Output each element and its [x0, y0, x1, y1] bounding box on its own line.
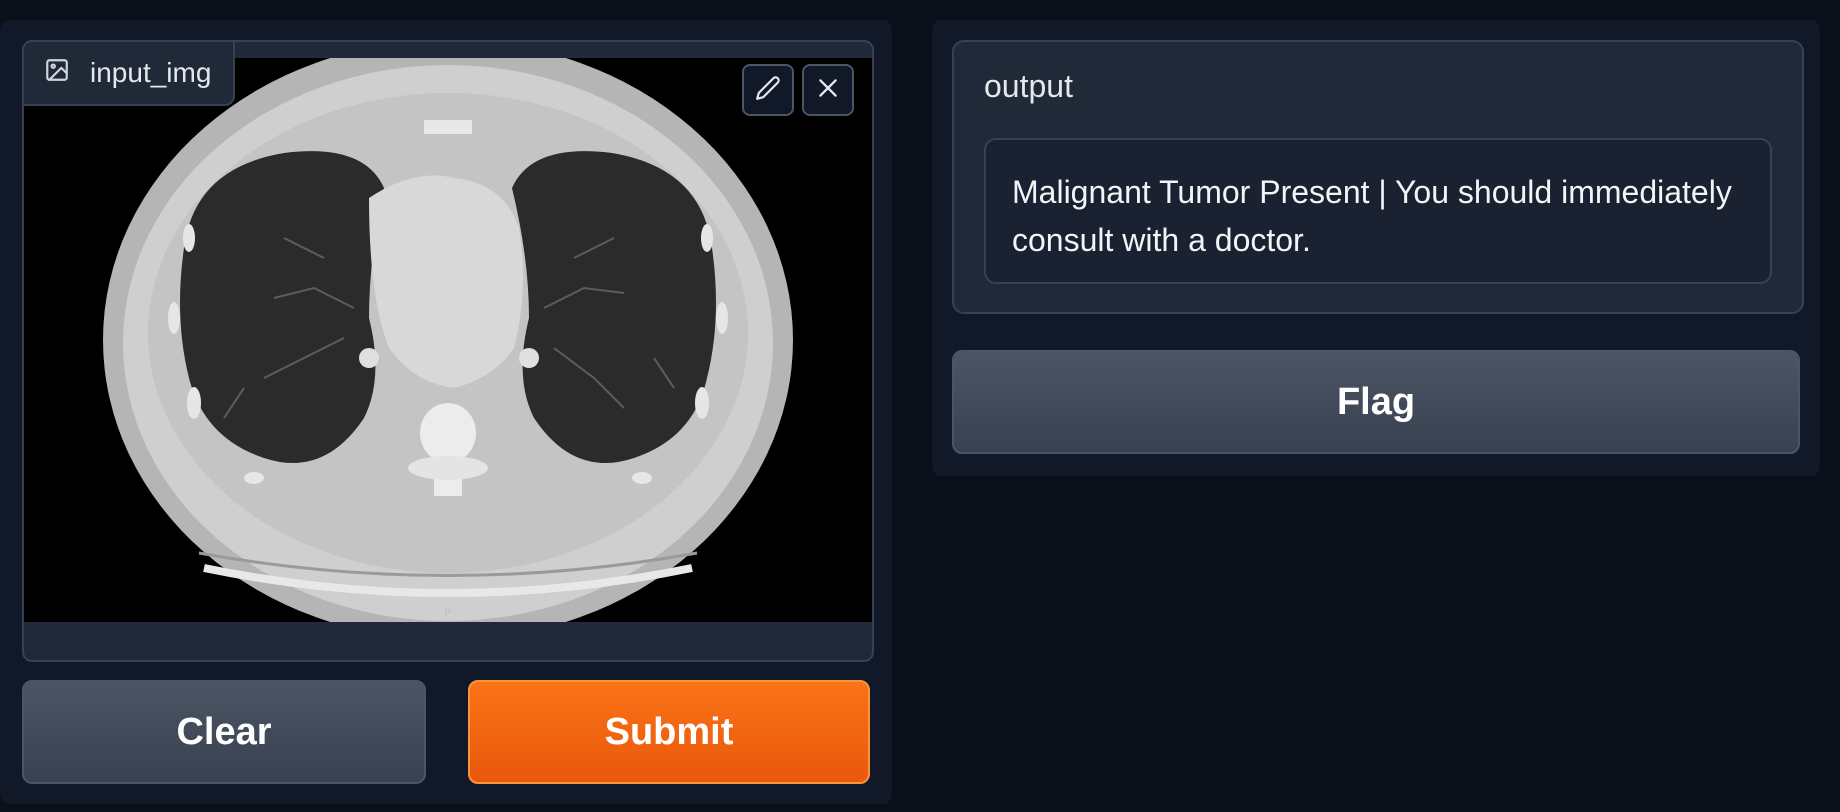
output-block: output Malignant Tumor Present | You sho…: [952, 40, 1804, 314]
clear-button[interactable]: Clear: [22, 680, 426, 784]
flag-button[interactable]: Flag: [952, 350, 1800, 454]
pencil-icon: [755, 75, 781, 106]
image-input[interactable]: input_img P: [22, 40, 874, 662]
output-label: output: [984, 68, 1073, 104]
image-marker: P: [445, 608, 452, 619]
input-panel: input_img P Clear Submit: [0, 20, 892, 804]
image-icon: [44, 57, 70, 90]
image-input-label: input_img: [90, 57, 212, 88]
output-textbox[interactable]: Malignant Tumor Present | You should imm…: [984, 138, 1772, 284]
edit-image-button[interactable]: [742, 64, 794, 116]
close-icon: [815, 75, 841, 106]
submit-button[interactable]: Submit: [468, 680, 870, 784]
ct-scan-image: P: [24, 42, 872, 640]
output-panel: output Malignant Tumor Present | You sho…: [932, 20, 1820, 476]
image-input-label-tab: input_img: [24, 42, 236, 106]
remove-image-button[interactable]: [802, 64, 854, 116]
